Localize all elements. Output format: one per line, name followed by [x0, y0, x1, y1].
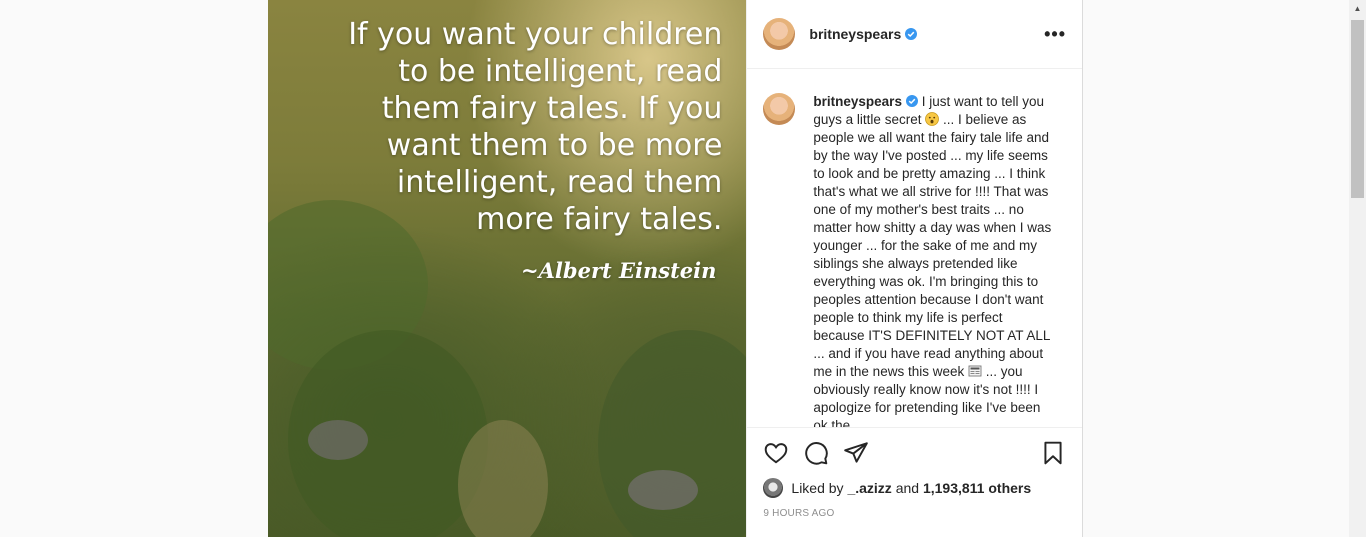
surprised-face-emoji-icon: [925, 112, 940, 127]
post-caption: britneyspears I just want to tell you gu…: [813, 93, 1053, 427]
quote-text: If you want your children to be intellig…: [302, 16, 722, 238]
page-scrollbar[interactable]: ▲: [1349, 0, 1366, 537]
author-username: britneyspears: [809, 26, 902, 43]
likes-summary: Liked by _.azizz and 1,193,811 others: [763, 478, 1066, 499]
flowers-decoration: [308, 420, 368, 460]
caption-username[interactable]: britneyspears: [813, 94, 902, 109]
quote-line: them fairy tales. If you: [381, 91, 723, 126]
action-buttons-row: [763, 438, 1066, 468]
newspaper-emoji-icon: [968, 365, 982, 377]
likes-count[interactable]: 1,193,811 others: [923, 480, 1031, 496]
share-icon[interactable]: [843, 440, 869, 466]
post-header: britneyspears •••: [747, 0, 1082, 70]
likes-prefix: Liked by: [791, 480, 844, 497]
verified-badge-icon: [905, 28, 918, 41]
quote-line: intelligent, read them: [396, 165, 723, 200]
post-actions: Liked by _.azizz and 1,193,811 others 9 …: [747, 427, 1082, 537]
author-avatar[interactable]: [763, 18, 796, 51]
post-timestamp[interactable]: 9 HOURS AGO: [763, 508, 1066, 519]
liker-avatar[interactable]: [763, 478, 784, 499]
post-card: If you want your children to be intellig…: [268, 0, 1083, 537]
quote-line: If you want your children: [348, 17, 723, 52]
caption-author-avatar[interactable]: [763, 93, 796, 126]
scrollbar-thumb[interactable]: [1351, 20, 1364, 198]
post-image[interactable]: If you want your children to be intellig…: [268, 0, 747, 537]
flowers-decoration: [628, 470, 698, 510]
quote-author: ~Albert Einstein: [521, 258, 717, 283]
comment-icon[interactable]: [803, 440, 829, 466]
scroll-up-arrow-icon[interactable]: ▲: [1349, 0, 1366, 17]
quote-line: more fairy tales.: [476, 202, 723, 237]
quote-line: want them to be more: [386, 128, 723, 163]
comments-area[interactable]: britneyspears I just want to tell you gu…: [747, 69, 1082, 427]
likes-middle: and: [891, 480, 923, 497]
verified-badge-icon: [905, 95, 918, 108]
more-options-button[interactable]: •••: [1044, 24, 1066, 45]
post-side-panel: britneyspears ••• britneyspears I just w…: [746, 0, 1082, 537]
page: If you want your children to be intellig…: [0, 0, 1366, 537]
quote-line: to be intelligent, read: [398, 54, 723, 89]
bookmark-icon[interactable]: [1040, 440, 1066, 466]
heart-icon[interactable]: [763, 440, 789, 466]
author-username-link[interactable]: britneyspears: [809, 26, 918, 43]
liker-username[interactable]: _.azizz: [847, 480, 891, 496]
caption-text-part2: ... I believe as people we all want the …: [813, 112, 1052, 380]
